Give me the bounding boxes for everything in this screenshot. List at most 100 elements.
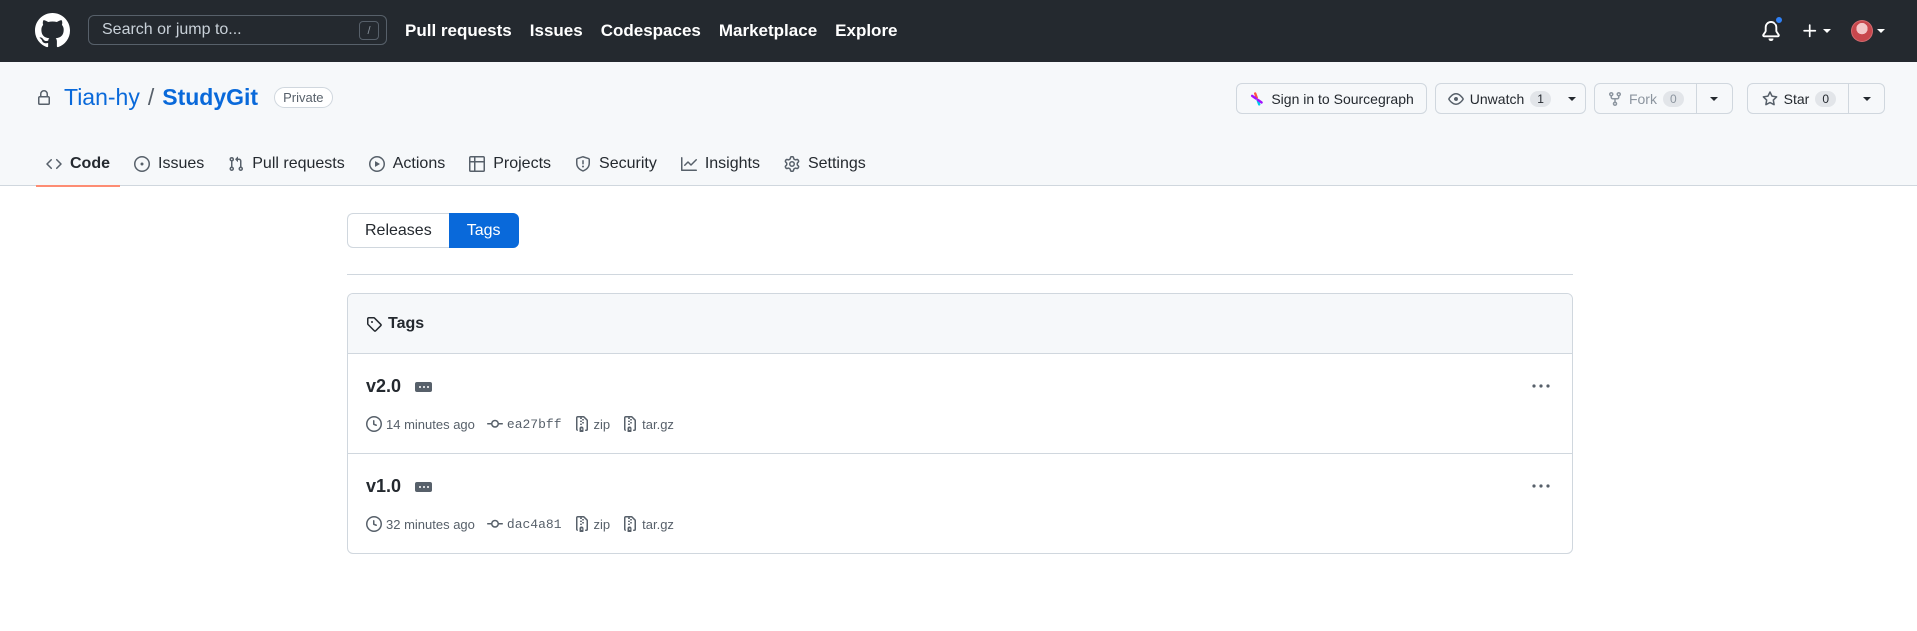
zip-label: zip	[593, 416, 611, 432]
repo-path-separator: /	[147, 84, 155, 110]
nav-issues[interactable]: Issues	[530, 21, 583, 41]
graph-icon	[680, 156, 697, 171]
repo-actions: Sign in to Sourcegraph Unwatch 1 Fork 0 …	[1236, 83, 1885, 114]
nav-explore[interactable]: Explore	[835, 21, 897, 41]
tab-security[interactable]: Security	[565, 141, 667, 186]
watch-button[interactable]: Unwatch 1	[1434, 83, 1586, 114]
fork-count: 0	[1662, 90, 1684, 107]
nav-codespaces[interactable]: Codespaces	[601, 21, 701, 41]
targz-download-link[interactable]: tar.gz	[622, 516, 674, 532]
git-commit-icon	[486, 419, 503, 428]
commit-sha-link[interactable]: ea27bff	[507, 417, 562, 432]
visibility-badge: Private	[274, 87, 333, 108]
tab-actions[interactable]: Actions	[359, 141, 455, 186]
tag-icon	[367, 316, 382, 332]
tab-projects-label: Projects	[493, 154, 552, 172]
tags-box-title: Tags	[388, 314, 425, 332]
file-zip-icon	[624, 516, 637, 532]
github-logo-icon[interactable]	[35, 13, 70, 48]
kebab-horizontal-icon[interactable]	[1530, 478, 1552, 494]
sourcegraph-button[interactable]: Sign in to Sourcegraph	[1236, 83, 1427, 114]
tab-code-label: Code	[70, 154, 110, 172]
kebab-horizontal-icon[interactable]	[1530, 378, 1552, 394]
nav-pull-requests[interactable]: Pull requests	[405, 21, 512, 41]
tags-box-header: Tags	[348, 294, 1572, 354]
releases-tags-switch: Releases Tags	[347, 213, 519, 248]
repo-owner-link[interactable]: Tian-hy	[64, 84, 140, 111]
chevron-down-icon	[1862, 96, 1871, 101]
targz-label: tar.gz	[642, 416, 674, 432]
notifications-bell-icon[interactable]	[1761, 15, 1784, 41]
targz-download-link[interactable]: tar.gz	[622, 416, 674, 432]
tab-actions-label: Actions	[392, 154, 446, 172]
sourcegraph-icon	[1251, 91, 1264, 106]
tab-settings-label: Settings	[807, 154, 866, 172]
star-dropdown[interactable]	[1848, 84, 1884, 113]
expand-message-button[interactable]	[415, 482, 432, 492]
tag-time-text: 32 minutes ago	[386, 516, 475, 532]
star-button[interactable]: Star 0	[1746, 83, 1885, 114]
zip-download-link[interactable]: zip	[574, 516, 610, 532]
avatar	[1851, 20, 1873, 42]
tab-security-label: Security	[599, 154, 657, 172]
global-nav: Pull requests Issues Codespaces Marketpl…	[405, 0, 898, 62]
shield-icon	[576, 155, 591, 172]
nav-marketplace[interactable]: Marketplace	[719, 21, 817, 41]
tab-code[interactable]: Code	[36, 141, 120, 187]
tags-button[interactable]: Tags	[448, 213, 519, 248]
tab-pull-requests[interactable]: Pull requests	[218, 141, 355, 186]
clock-icon	[366, 416, 382, 432]
fork-label: Fork	[1628, 90, 1657, 107]
issue-opened-icon	[134, 155, 150, 172]
create-new-menu[interactable]	[1801, 22, 1831, 40]
git-commit-icon	[486, 519, 503, 528]
tab-issues-label: Issues	[158, 154, 205, 172]
search-input[interactable]: Search or jump to... /	[88, 15, 387, 45]
tag-meta: 14 minutes ago ea27bff zip tar.gz	[366, 416, 674, 432]
user-menu[interactable]	[1851, 20, 1885, 42]
tag-name-link[interactable]: v2.0	[366, 376, 401, 397]
tab-projects[interactable]: Projects	[459, 141, 561, 186]
file-zip-icon	[575, 416, 588, 432]
fork-button[interactable]: Fork 0	[1593, 83, 1733, 114]
releases-button[interactable]: Releases	[347, 213, 449, 248]
header-right	[1761, 0, 1885, 62]
star-count: 0	[1815, 90, 1836, 107]
tab-pull-requests-label: Pull requests	[252, 154, 345, 172]
tag-time: 14 minutes ago	[366, 416, 475, 432]
tag-meta: 32 minutes ago dac4a81 zip tar.gz	[366, 516, 674, 532]
tags-box: Tags v2.0 14 minutes ago ea27bff zip tar…	[347, 293, 1573, 554]
zip-download-link[interactable]: zip	[574, 416, 611, 432]
table-icon	[469, 155, 486, 172]
global-header: Search or jump to... / Pull requests Iss…	[0, 0, 1917, 62]
git-pull-request-icon	[229, 156, 244, 171]
code-icon	[46, 158, 62, 169]
star-icon	[1762, 90, 1778, 105]
chevron-down-icon	[1567, 96, 1576, 101]
tag-row: v1.0 32 minutes ago dac4a81 zip tar.gz	[348, 454, 1572, 553]
file-zip-icon	[624, 416, 637, 432]
tab-insights[interactable]: Insights	[671, 141, 770, 186]
tag-time-text: 14 minutes ago	[386, 416, 475, 432]
repo-name-link[interactable]: StudyGit	[162, 84, 258, 111]
notification-dot	[1774, 15, 1784, 25]
tab-issues[interactable]: Issues	[124, 141, 214, 186]
tag-time: 32 minutes ago	[366, 516, 475, 532]
repo-header: Tian-hy / StudyGit Private Sign in to So…	[0, 62, 1917, 187]
tag-name-link[interactable]: v1.0	[366, 476, 401, 497]
tab-settings[interactable]: Settings	[774, 141, 876, 186]
fork-dropdown[interactable]	[1695, 84, 1732, 113]
expand-message-button[interactable]	[415, 382, 432, 392]
commit-sha-link[interactable]: dac4a81	[507, 517, 562, 532]
search-shortcut-key: /	[359, 21, 379, 40]
tag-commit[interactable]: ea27bff	[486, 416, 562, 432]
search-placeholder: Search or jump to...	[102, 21, 242, 38]
file-zip-icon	[575, 516, 588, 532]
tag-commit[interactable]: dac4a81	[486, 516, 562, 532]
divider	[347, 274, 1573, 275]
watch-dropdown[interactable]	[1559, 84, 1585, 113]
clock-icon	[366, 516, 382, 532]
watch-label: Unwatch	[1469, 90, 1525, 107]
targz-label: tar.gz	[642, 516, 674, 532]
eye-icon	[1447, 92, 1464, 105]
